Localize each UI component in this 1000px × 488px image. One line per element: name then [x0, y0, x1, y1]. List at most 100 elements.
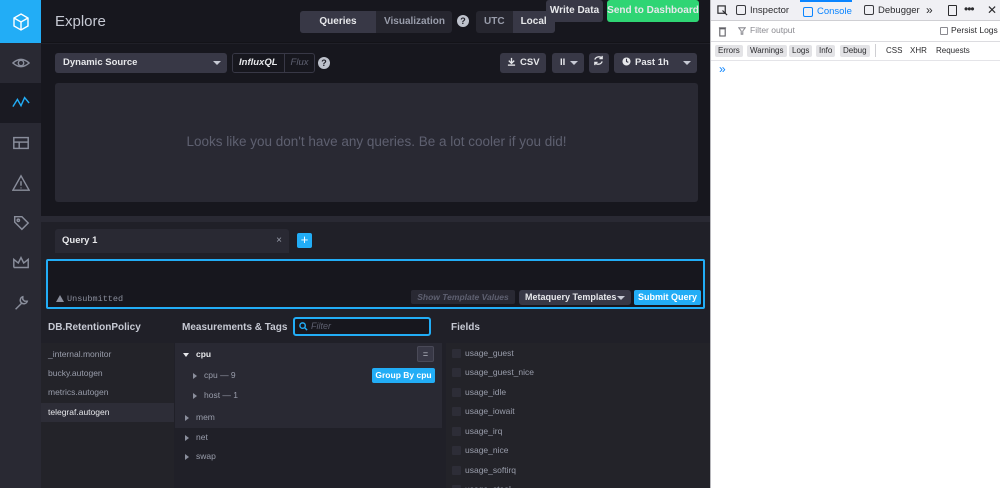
alert-icon[interactable]: [0, 163, 41, 203]
caret-right-icon: [185, 453, 189, 460]
query-editor[interactable]: Unsubmitted Show Template Values Metaque…: [46, 259, 705, 309]
download-icon: [507, 57, 516, 66]
field-item[interactable]: usage_idle: [446, 383, 710, 402]
schema-explorer: DB.RetentionPolicy Measurements & Tags F…: [41, 313, 710, 488]
crown-icon[interactable]: [0, 243, 41, 283]
field-item[interactable]: usage_steal: [446, 480, 710, 488]
tab-inspector[interactable]: Inspector: [733, 0, 789, 21]
eye-icon[interactable]: [0, 43, 41, 83]
menu-icon[interactable]: •••: [964, 2, 975, 16]
tag-icon[interactable]: [0, 203, 41, 243]
db-item[interactable]: _internal.monitor: [41, 345, 174, 364]
table-icon[interactable]: [0, 123, 41, 163]
picker-icon[interactable]: [717, 5, 728, 16]
filter-xhr-button[interactable]: XHR: [907, 45, 930, 57]
checkbox[interactable]: [452, 446, 461, 455]
filter-css-button[interactable]: CSS: [883, 45, 905, 57]
checkbox[interactable]: [452, 427, 461, 436]
measurement-item[interactable]: swap: [175, 447, 442, 466]
caret-right-icon: [185, 414, 189, 421]
filter-requests-button[interactable]: Requests: [933, 45, 973, 57]
tab-console[interactable]: Console: [800, 0, 852, 21]
checkbox[interactable]: [452, 466, 461, 475]
tab-label: Console: [817, 6, 852, 17]
field-label: usage_guest: [465, 348, 514, 358]
filter-icon: [738, 27, 746, 35]
graph-icon[interactable]: [0, 83, 41, 123]
metaquery-templates-dropdown[interactable]: Metaquery Templates: [519, 290, 631, 305]
console-icon: [803, 7, 813, 17]
wrench-icon[interactable]: [0, 283, 41, 323]
pause-dropdown[interactable]: II: [552, 53, 584, 73]
db-item[interactable]: metrics.autogen: [41, 383, 174, 402]
filter-output-input[interactable]: Filter output: [750, 25, 795, 35]
write-data-button[interactable]: Write Data: [546, 0, 603, 22]
filter-logs-button[interactable]: Logs: [789, 45, 813, 57]
source-dropdown[interactable]: Dynamic Source: [55, 53, 227, 73]
time-range-dropdown[interactable]: Past 1h: [614, 53, 697, 73]
send-to-dashboard-button[interactable]: Send to Dashboard: [607, 0, 699, 22]
lang-influxql[interactable]: InfluxQL: [233, 54, 284, 72]
close-icon[interactable]: ✕: [987, 3, 997, 17]
field-item[interactable]: usage_irq: [446, 422, 710, 441]
lang-flux[interactable]: Flux: [283, 54, 315, 72]
more-tabs-icon[interactable]: »: [926, 3, 933, 17]
db-item-selected[interactable]: telegraf.autogen: [41, 403, 174, 422]
close-icon[interactable]: ×: [276, 229, 282, 253]
csv-button[interactable]: CSV: [500, 53, 546, 73]
add-query-button[interactable]: +: [297, 233, 312, 248]
measurement-item[interactable]: cpu: [175, 345, 442, 364]
tab-visualization[interactable]: Visualization: [376, 11, 452, 33]
field-item[interactable]: usage_iowait: [446, 402, 710, 421]
show-template-values-button[interactable]: Show Template Values: [411, 290, 515, 304]
logo-icon[interactable]: [0, 0, 41, 43]
db-item[interactable]: bucky.autogen: [41, 364, 174, 383]
warning-icon: [56, 295, 64, 302]
equals-button[interactable]: =: [417, 346, 434, 362]
checkbox[interactable]: [452, 407, 461, 416]
devtools-toolbar: Inspector Console Debugger » ••• ✕: [711, 0, 1000, 21]
field-item[interactable]: usage_guest_nice: [446, 363, 710, 382]
divider: [711, 60, 1000, 61]
refresh-button[interactable]: [589, 53, 609, 73]
chevron-down-icon: [683, 61, 691, 65]
db-column-header: DB.RetentionPolicy: [48, 322, 141, 333]
tag-key-label: host — 1: [204, 390, 239, 400]
filter-debug-button[interactable]: Debug: [840, 45, 870, 57]
filter-errors-button[interactable]: Errors: [715, 45, 743, 57]
chevron-down-icon: [617, 296, 625, 300]
checkbox[interactable]: [452, 368, 461, 377]
field-item[interactable]: usage_nice: [446, 441, 710, 460]
measurement-item[interactable]: mem: [175, 408, 442, 427]
query-results-panel: Dynamic Source InfluxQL Flux ? CSV II Pa…: [41, 44, 710, 216]
field-item[interactable]: usage_guest: [446, 344, 710, 363]
csv-label: CSV: [520, 57, 540, 68]
tag-key-item[interactable]: host — 1: [175, 386, 442, 405]
tz-utc[interactable]: UTC: [476, 11, 513, 33]
query-language-toggle: InfluxQL Flux: [232, 53, 316, 73]
group-by-button[interactable]: Group By cpu: [372, 368, 435, 383]
filter-input[interactable]: Filter: [293, 317, 431, 336]
console-prompt-icon[interactable]: »: [719, 62, 726, 76]
checkbox[interactable]: [452, 349, 461, 358]
help-icon[interactable]: ?: [457, 15, 469, 27]
measurement-item[interactable]: net: [175, 428, 442, 447]
field-label: usage_steal: [465, 484, 511, 488]
measurement-label: swap: [196, 451, 216, 461]
persist-logs-checkbox[interactable]: [940, 27, 948, 35]
tab-queries[interactable]: Queries: [300, 11, 376, 33]
app-window: Explore Queries Visualization ? UTC Loca…: [0, 0, 710, 488]
trash-icon[interactable]: [718, 26, 727, 37]
filter-warnings-button[interactable]: Warnings: [747, 45, 787, 57]
tab-debugger[interactable]: Debugger: [861, 0, 920, 21]
tab-query-1[interactable]: Query 1 ×: [55, 229, 289, 253]
measurement-label: mem: [196, 412, 215, 422]
filter-info-button[interactable]: Info: [816, 45, 836, 57]
submit-query-button[interactable]: Submit Query: [634, 290, 701, 305]
chevron-down-icon: [213, 61, 221, 65]
dock-icon[interactable]: [948, 5, 957, 16]
help-icon[interactable]: ?: [318, 57, 330, 69]
query-status: Unsubmitted: [56, 294, 123, 304]
field-item[interactable]: usage_softirq: [446, 461, 710, 480]
checkbox[interactable]: [452, 388, 461, 397]
